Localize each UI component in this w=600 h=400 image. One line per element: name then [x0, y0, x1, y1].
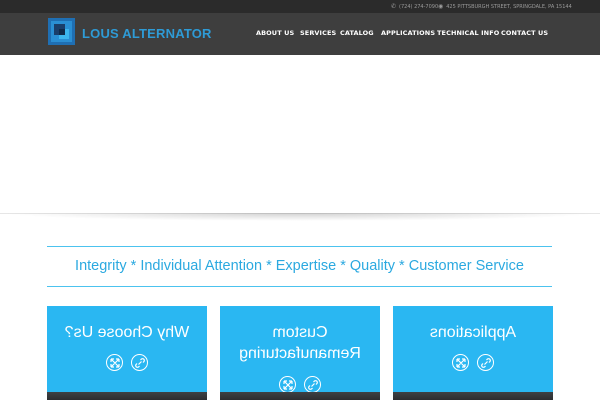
- site-header: ✆ (724) 274-7090 ◉ 425 PITTSBURGH STREET, …: [0, 0, 600, 55]
- card-image-strip: [47, 392, 207, 400]
- nav-item-services[interactable]: SERVICES: [300, 29, 336, 37]
- nav-item-about-us[interactable]: ABOUT US: [256, 29, 294, 37]
- map-pin-icon: ◉: [438, 3, 444, 10]
- expand-icon[interactable]: [452, 354, 469, 371]
- card-why-choose-us[interactable]: Why Choose Us?: [47, 306, 207, 400]
- expand-icon[interactable]: [279, 376, 296, 393]
- phone-icon: ✆: [391, 3, 397, 10]
- link-icon[interactable]: [131, 354, 148, 371]
- hero-slider: [0, 55, 600, 215]
- contact-phone[interactable]: ✆ (724) 274-7090: [391, 3, 438, 10]
- card-title: Applications: [429, 324, 517, 341]
- tagline: Integrity * Individual Attention * Exper…: [75, 258, 524, 274]
- nav-item-applications[interactable]: APPLICATIONS: [381, 29, 435, 37]
- link-icon[interactable]: [477, 354, 494, 371]
- address-text: 425 PITTSBURGH STREET, SPRINGDALE, PA 15…: [446, 4, 572, 10]
- card-image-strip: [220, 392, 380, 400]
- card-title-line-1: Custom: [272, 324, 328, 341]
- card-applications[interactable]: Applications: [393, 306, 553, 400]
- contact-address: ◉ 425 PITTSBURGH STREET, SPRINGDALE, PA 1…: [438, 3, 572, 10]
- card-image-strip: [393, 392, 553, 400]
- tagline-top-rule: [47, 246, 552, 247]
- card-custom-remanufacturing[interactable]: Custom Remanufacturing: [220, 306, 380, 400]
- phone-text: (724) 274-7090: [399, 4, 439, 10]
- card-title: Why Choose Us?: [64, 324, 190, 341]
- nav-item-technical-info[interactable]: TECHNICAL INFO: [437, 29, 499, 37]
- nav-item-catalog[interactable]: CATALOG: [340, 29, 374, 37]
- main-nav: ABOUT US SERVICES CATALOG APPLICATIONS T…: [0, 29, 600, 43]
- hero-shadow: [0, 213, 600, 221]
- tagline-bottom-rule: [47, 286, 552, 287]
- link-icon[interactable]: [304, 376, 321, 393]
- card-title-line-2: Remanufacturing: [239, 345, 361, 362]
- expand-icon[interactable]: [106, 354, 123, 371]
- nav-item-contact-us[interactable]: CONTACT US: [501, 29, 548, 37]
- top-contact-bar: ✆ (724) 274-7090 ◉ 425 PITTSBURGH STREET, …: [0, 0, 600, 13]
